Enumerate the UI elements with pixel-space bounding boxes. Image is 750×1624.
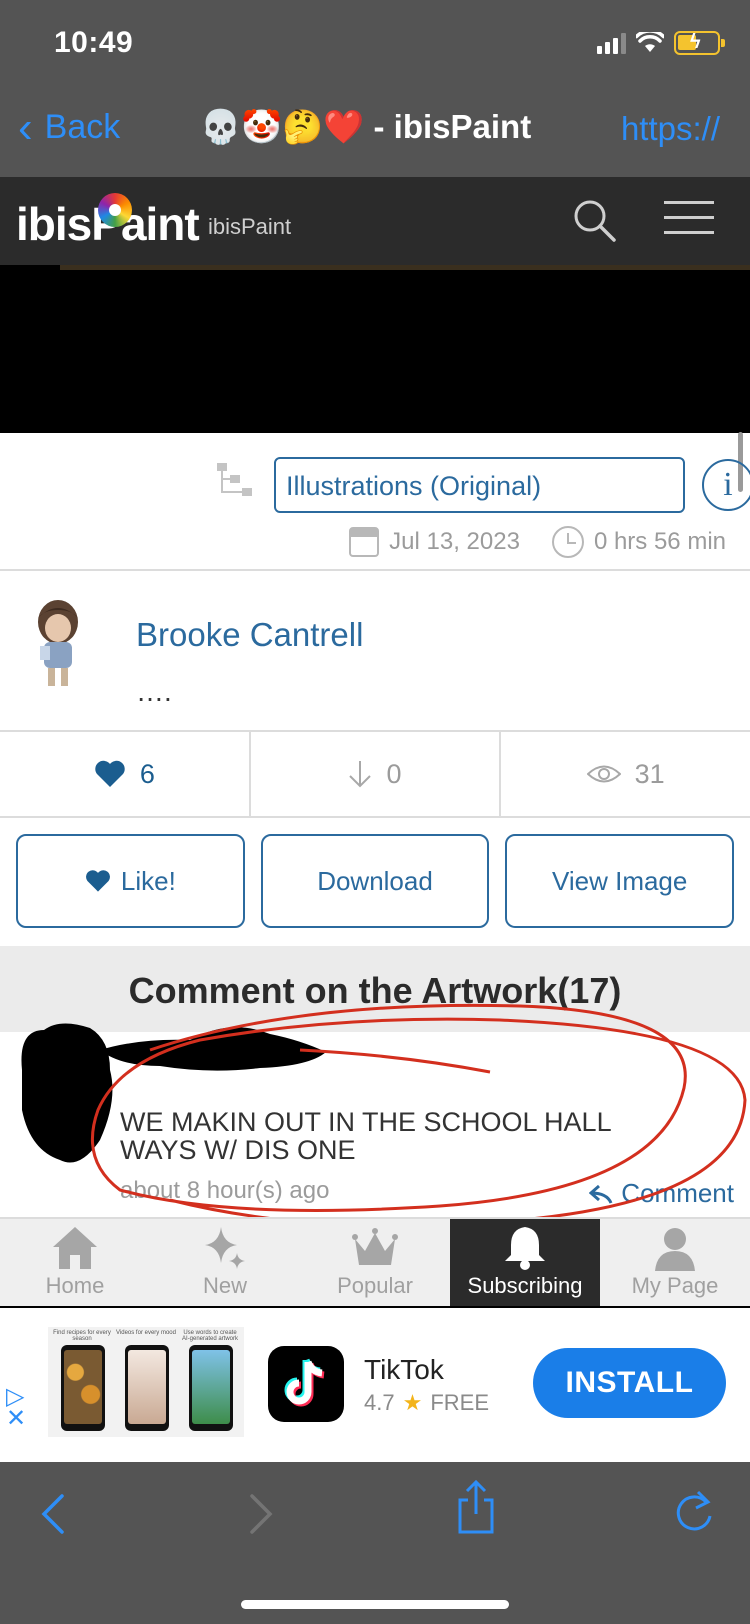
ad-rating: 4.7 ★ FREE bbox=[364, 1390, 489, 1416]
tab-popular[interactable]: Popular bbox=[300, 1219, 450, 1307]
browser-back-icon[interactable] bbox=[40, 1492, 66, 1536]
artwork-meta: Jul 13, 2023 0 hrs 56 min bbox=[349, 526, 726, 558]
tab-my-page[interactable]: My Page bbox=[600, 1219, 750, 1307]
logo-subtitle: ibisPaint bbox=[208, 214, 292, 239]
comment-section-title: Comment on the Artwork(17) bbox=[0, 946, 750, 1032]
tab-home[interactable]: Home bbox=[0, 1219, 150, 1307]
comment-text: WE MAKIN OUT IN THE SCHOOL HALL WAYS W/ … bbox=[120, 1107, 611, 1165]
ibispaint-logo[interactable]: ibisPaint bbox=[16, 193, 200, 251]
divider bbox=[0, 569, 750, 571]
reload-icon[interactable] bbox=[672, 1486, 716, 1536]
sparkle-icon bbox=[205, 1227, 245, 1269]
author-name[interactable]: Brooke Cantrell bbox=[136, 616, 363, 654]
heart-icon bbox=[95, 760, 125, 787]
downloads-stat: 0 bbox=[251, 732, 502, 816]
ad-rating-value: 4.7 bbox=[364, 1390, 395, 1415]
artwork-caption: …. bbox=[136, 676, 172, 707]
status-time: 10:49 bbox=[54, 26, 134, 59]
share-icon[interactable] bbox=[456, 1480, 496, 1536]
bell-icon bbox=[505, 1227, 545, 1270]
person-icon bbox=[655, 1228, 695, 1271]
download-arrow-icon bbox=[349, 761, 372, 788]
eye-icon bbox=[586, 765, 621, 783]
search-icon[interactable] bbox=[572, 198, 616, 242]
downloads-count: 0 bbox=[386, 758, 402, 789]
action-buttons: Like! Download View Image bbox=[16, 834, 735, 928]
artwork-date: Jul 13, 2023 bbox=[389, 528, 520, 555]
ad-screenshots[interactable]: Find recipes for every season Videos for… bbox=[48, 1327, 244, 1437]
browser-forward-icon[interactable] bbox=[248, 1492, 274, 1536]
home-icon bbox=[53, 1227, 97, 1269]
status-icons: ϟ bbox=[597, 30, 725, 56]
clock-icon bbox=[551, 526, 584, 558]
comment-timestamp: about 8 hour(s) ago bbox=[120, 1177, 330, 1204]
views-count: 31 bbox=[634, 758, 665, 789]
info-button[interactable]: i bbox=[702, 459, 750, 511]
artwork-duration: 0 hrs 56 min bbox=[593, 528, 726, 555]
avatar[interactable] bbox=[28, 598, 88, 690]
view-image-button[interactable]: View Image bbox=[505, 834, 735, 928]
category-tree-icon bbox=[217, 463, 252, 496]
heart-icon bbox=[85, 870, 110, 892]
likes-count: 6 bbox=[139, 758, 155, 789]
battery-icon: ϟ bbox=[674, 31, 725, 55]
site-header: ibisPaint ibisPaint bbox=[0, 177, 750, 265]
calendar-icon bbox=[349, 527, 380, 557]
likes-stat: 6 bbox=[0, 732, 251, 816]
tiktok-app-icon[interactable] bbox=[268, 1346, 344, 1422]
ad-price: FREE bbox=[430, 1390, 490, 1415]
like-button[interactable]: Like! bbox=[16, 834, 245, 928]
divider bbox=[0, 1306, 750, 1308]
category-label[interactable]: Illustrations (Original) bbox=[274, 457, 685, 513]
ad-screenshot: Find recipes for every season bbox=[52, 1327, 112, 1437]
color-wheel-icon bbox=[98, 193, 133, 227]
chevron-left-icon: ‹ bbox=[18, 102, 33, 152]
wifi-icon bbox=[636, 32, 664, 52]
reply-arrow-icon bbox=[589, 1184, 613, 1204]
ad-choices-icon[interactable]: ▷ ✕ bbox=[6, 1385, 26, 1431]
tab-subscribing[interactable]: Subscribing bbox=[450, 1219, 600, 1307]
tiktok-note-icon bbox=[284, 1358, 325, 1407]
signal-icon bbox=[597, 32, 626, 54]
star-icon: ★ bbox=[402, 1390, 423, 1415]
ad-screenshot: Videos for every mood bbox=[116, 1327, 176, 1437]
comment-reply-button[interactable]: Comment bbox=[589, 1178, 734, 1209]
ad-screenshot: Use words to create AI-generated artwork bbox=[180, 1327, 240, 1437]
reply-label: Comment bbox=[621, 1178, 734, 1208]
ad-app-name: TikTok bbox=[364, 1354, 444, 1385]
tab-new[interactable]: New bbox=[150, 1219, 300, 1307]
hamburger-menu-icon[interactable] bbox=[664, 201, 714, 235]
install-button[interactable]: INSTALL bbox=[533, 1348, 726, 1418]
stats-row: 6 0 31 bbox=[0, 730, 750, 818]
back-button[interactable]: ‹ Back bbox=[18, 102, 121, 152]
back-label: Back bbox=[44, 108, 121, 146]
artwork-image[interactable] bbox=[0, 265, 750, 433]
browser-top-bar: 10:49 ϟ ‹ Back 💀🤡🤔❤️ - ibisPaint https:/… bbox=[0, 0, 750, 177]
home-indicator[interactable] bbox=[241, 1600, 509, 1609]
download-button[interactable]: Download bbox=[260, 834, 490, 928]
url-button[interactable]: https:// bbox=[621, 110, 720, 148]
page-title: 💀🤡🤔❤️ - ibisPaint bbox=[200, 108, 532, 145]
crown-icon bbox=[352, 1228, 398, 1265]
site-tab-bar: Home New Popular Subscribing My Page bbox=[0, 1217, 750, 1307]
views-stat: 31 bbox=[501, 732, 750, 816]
like-label: Like! bbox=[120, 865, 176, 896]
